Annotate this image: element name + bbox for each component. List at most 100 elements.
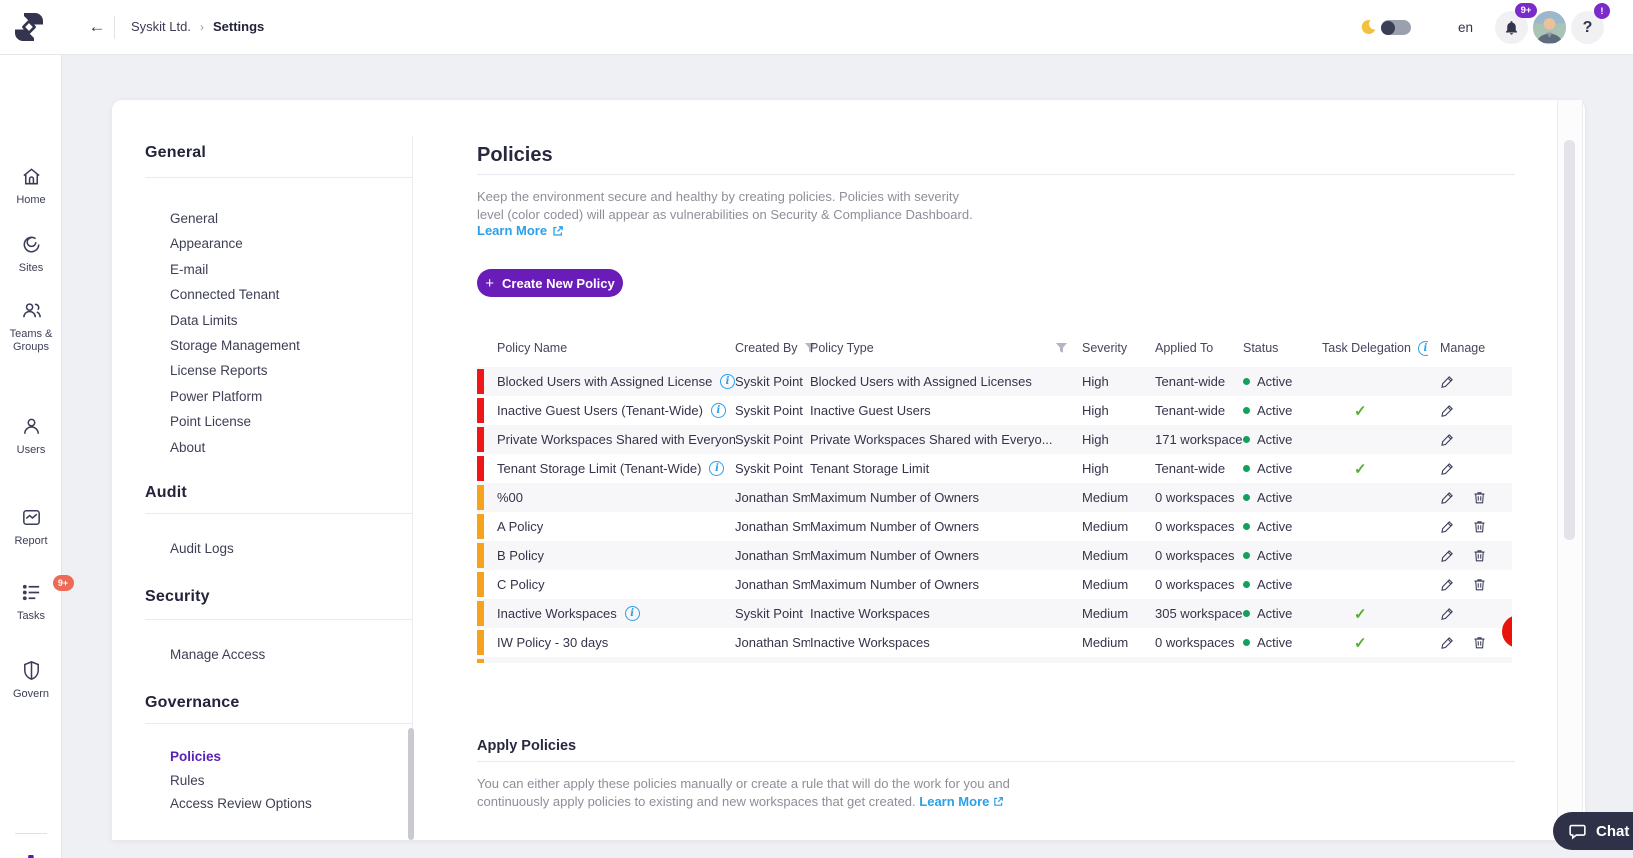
severity-bar <box>477 514 484 539</box>
policy-info-icon[interactable]: i <box>709 461 725 476</box>
external-link-icon <box>994 796 1003 806</box>
apply-learn-more-link[interactable]: Learn More <box>919 794 989 809</box>
severity: Medium <box>1082 519 1129 534</box>
edit-policy-button[interactable] <box>1440 635 1455 650</box>
nav-item-license-reports[interactable]: License Reports <box>170 358 300 383</box>
policy-info-icon[interactable]: i <box>720 374 735 389</box>
severity: High <box>1082 403 1109 418</box>
edit-policy-button[interactable] <box>1440 577 1455 592</box>
nav-item-rules[interactable]: Rules <box>170 769 312 793</box>
nav-item-connected-tenant[interactable]: Connected Tenant <box>170 282 300 307</box>
policy-name: C Policy <box>497 577 545 592</box>
chat-button[interactable]: Chat <box>1553 812 1633 850</box>
applied-to: Tenant-wide <box>1155 403 1226 418</box>
policy-info-icon[interactable]: i <box>624 606 640 621</box>
apply-policies-divider <box>477 761 1515 762</box>
theme-toggle[interactable] <box>1381 20 1411 35</box>
user-avatar[interactable] <box>1533 11 1566 44</box>
nav-item-audit-logs[interactable]: Audit Logs <box>170 536 234 562</box>
plus-icon: + <box>485 274 495 292</box>
delete-policy-button[interactable] <box>1472 577 1487 592</box>
sidebar-item-sites[interactable]: Sites <box>0 233 62 275</box>
policy-type: Maximum Number of Owners <box>810 577 980 592</box>
delete-policy-button[interactable] <box>1472 548 1487 563</box>
nav-item-storage-management[interactable]: Storage Management <box>170 333 300 358</box>
nav-item-manage-access[interactable]: Manage Access <box>170 642 265 668</box>
delete-policy-button[interactable] <box>1472 635 1487 650</box>
learn-more-link[interactable]: Learn More <box>477 223 564 238</box>
sidebar-item-label: Sites <box>18 262 44 274</box>
nav-scrollbar[interactable] <box>408 728 414 840</box>
sidebar-item-teams-groups[interactable]: Teams & Groups <box>0 299 62 354</box>
edit-policy-button[interactable] <box>1440 548 1455 563</box>
task-delegation-info-icon[interactable]: i <box>1417 340 1428 356</box>
app-sidebar: Home Sites Teams & Groups Users Report 9… <box>0 55 74 858</box>
sidebar-item-tasks[interactable]: 9+ Tasks <box>0 575 74 623</box>
severity-bar <box>477 659 484 663</box>
nav-item-data-limits[interactable]: Data Limits <box>170 308 300 333</box>
applied-to: Tenant-wide <box>1155 461 1226 476</box>
sidebar-item-govern[interactable]: Govern <box>0 659 62 701</box>
breadcrumb-parent[interactable]: Syskit Ltd. <box>131 19 191 34</box>
nav-item-appearance[interactable]: Appearance <box>170 231 300 256</box>
policies-table: Policy Name Created By Policy Type Sever… <box>477 333 1512 663</box>
nav-item-policies[interactable]: Policies <box>170 745 312 769</box>
create-new-policy-button[interactable]: + Create New Policy <box>477 269 623 297</box>
applied-to: 0 workspaces <box>1155 635 1235 650</box>
edit-policy-button[interactable] <box>1440 606 1455 621</box>
nav-item-access-review-options[interactable]: Access Review Options <box>170 792 312 816</box>
edit-policy-button[interactable] <box>1440 519 1455 534</box>
card-scrollbar[interactable] <box>1564 140 1575 540</box>
severity-bar <box>477 485 484 510</box>
nav-divider <box>145 723 413 724</box>
status-label: Active <box>1257 403 1293 418</box>
nav-section-audit: Audit <box>145 484 187 501</box>
edit-policy-button[interactable] <box>1440 490 1455 505</box>
nav-item-about[interactable]: About <box>170 435 300 460</box>
applied-to: 0 workspaces <box>1155 490 1235 505</box>
theme-toggle-knob[interactable] <box>1381 20 1395 35</box>
policy-name: Blocked Users with Assigned Licenses <box>497 374 712 389</box>
nav-item-general[interactable]: General <box>170 206 300 231</box>
sidebar-item-users[interactable]: Users <box>0 415 62 457</box>
help-badge: ! <box>1594 3 1610 19</box>
delete-policy-button[interactable] <box>1472 519 1487 534</box>
topbar-divider <box>114 16 115 39</box>
create-new-policy-label: Create New Policy <box>502 275 615 291</box>
apply-policies-text: You can either apply these policies manu… <box>477 775 1010 810</box>
back-button[interactable]: ← <box>84 14 110 40</box>
chat-label: Chat <box>1596 822 1630 840</box>
applied-to: 305 workspaces <box>1155 606 1243 621</box>
nav-section-governance: Governance <box>145 694 240 711</box>
sidebar-item-report[interactable]: Report <box>0 506 62 548</box>
edit-policy-button[interactable] <box>1440 461 1455 476</box>
teams-groups-icon <box>22 303 41 318</box>
delegation-check-icon: ✓ <box>1354 460 1367 478</box>
sidebar-item-label: Home <box>16 194 46 206</box>
policy-type-filter-icon[interactable] <box>1055 342 1068 354</box>
nav-list-general: General Appearance E-mail Connected Tena… <box>170 206 300 460</box>
settings-gear-icon[interactable] <box>19 853 43 858</box>
severity-bar <box>477 630 484 655</box>
applied-to: 0 workspaces <box>1155 548 1235 563</box>
policy-name: Private Workspaces Shared with Everyone … <box>497 432 735 447</box>
language-selector[interactable]: en <box>1458 20 1473 35</box>
policy-type: Private Workspaces Shared with Everyo... <box>810 432 1053 447</box>
edit-policy-button[interactable] <box>1440 432 1455 447</box>
status-dot <box>1243 494 1250 501</box>
status-label: Active <box>1257 432 1293 447</box>
sidebar-item-home[interactable]: Home <box>0 165 62 207</box>
table-row: Private Workspaces Shared with Everyone … <box>477 425 1512 454</box>
title-divider <box>477 174 1515 175</box>
policy-info-icon[interactable]: i <box>710 403 726 418</box>
edit-policy-button[interactable] <box>1440 374 1455 389</box>
users-icon <box>23 418 39 434</box>
nav-item-power-platform[interactable]: Power Platform <box>170 384 300 409</box>
edit-policy-button[interactable] <box>1440 403 1455 418</box>
description-line-1: Keep the environment secure and healthy … <box>477 189 959 204</box>
nav-item-point-license[interactable]: Point License <box>170 409 300 434</box>
severity-bar <box>477 369 484 394</box>
syskit-logo[interactable] <box>13 11 45 43</box>
nav-item-email[interactable]: E-mail <box>170 257 300 282</box>
delete-policy-button[interactable] <box>1472 490 1487 505</box>
